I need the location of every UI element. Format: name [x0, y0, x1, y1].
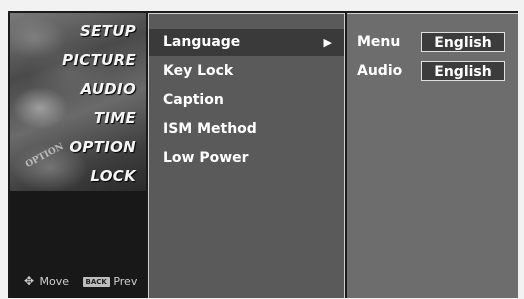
submenu-item-low-power[interactable]: Low Power — [149, 145, 344, 172]
option-submenu-panel: Language ▶ Key Lock Caption ISM Method L… — [148, 13, 345, 298]
main-menu-lock[interactable]: LOCK — [90, 162, 136, 190]
audio-language-label: Audio — [357, 63, 403, 79]
submenu-top-bar — [149, 14, 344, 28]
main-menu-option[interactable]: OPTION — [69, 133, 136, 161]
submenu-item-label: Language — [163, 34, 241, 50]
submenu-item-caption[interactable]: Caption — [149, 87, 344, 114]
main-menu-time[interactable]: TIME — [94, 104, 136, 132]
submenu-item-label: ISM Method — [163, 121, 257, 137]
main-menu-setup[interactable]: SETUP — [80, 17, 136, 45]
move-hint-label: Move — [39, 275, 70, 288]
art-option-text: OPTION — [24, 141, 66, 171]
main-menu-audio[interactable]: AUDIO — [81, 75, 136, 103]
nav-hint-footer: ✥ Move BACK Prev — [22, 274, 137, 288]
submenu-item-label: Caption — [163, 92, 224, 108]
submenu-item-label: Key Lock — [163, 63, 234, 79]
audio-language-value[interactable]: English — [421, 61, 505, 81]
option-row-audio-language: Audio English — [347, 59, 518, 83]
submenu-item-language[interactable]: Language ▶ — [149, 29, 344, 56]
submenu-item-key-lock[interactable]: Key Lock — [149, 58, 344, 85]
main-menu-panel: OPTION SETUP PICTURE AUDIO TIME OPTION L… — [10, 13, 146, 298]
menu-language-label: Menu — [357, 34, 401, 50]
back-key-icon: BACK — [82, 277, 110, 287]
option-row-menu-language: Menu English — [347, 30, 518, 54]
language-options-panel: Menu English Audio English — [347, 13, 518, 298]
submenu-item-label: Low Power — [163, 150, 249, 166]
main-menu-picture[interactable]: PICTURE — [62, 46, 136, 74]
prev-hint-label: Prev — [113, 275, 138, 288]
submenu-item-ism-method[interactable]: ISM Method — [149, 116, 344, 143]
arrow-right-icon: ▶ — [323, 36, 332, 49]
menu-language-value[interactable]: English — [421, 32, 505, 52]
osd-menu: OPTION SETUP PICTURE AUDIO TIME OPTION L… — [8, 11, 518, 298]
move-dpad-icon: ✥ — [23, 274, 35, 288]
